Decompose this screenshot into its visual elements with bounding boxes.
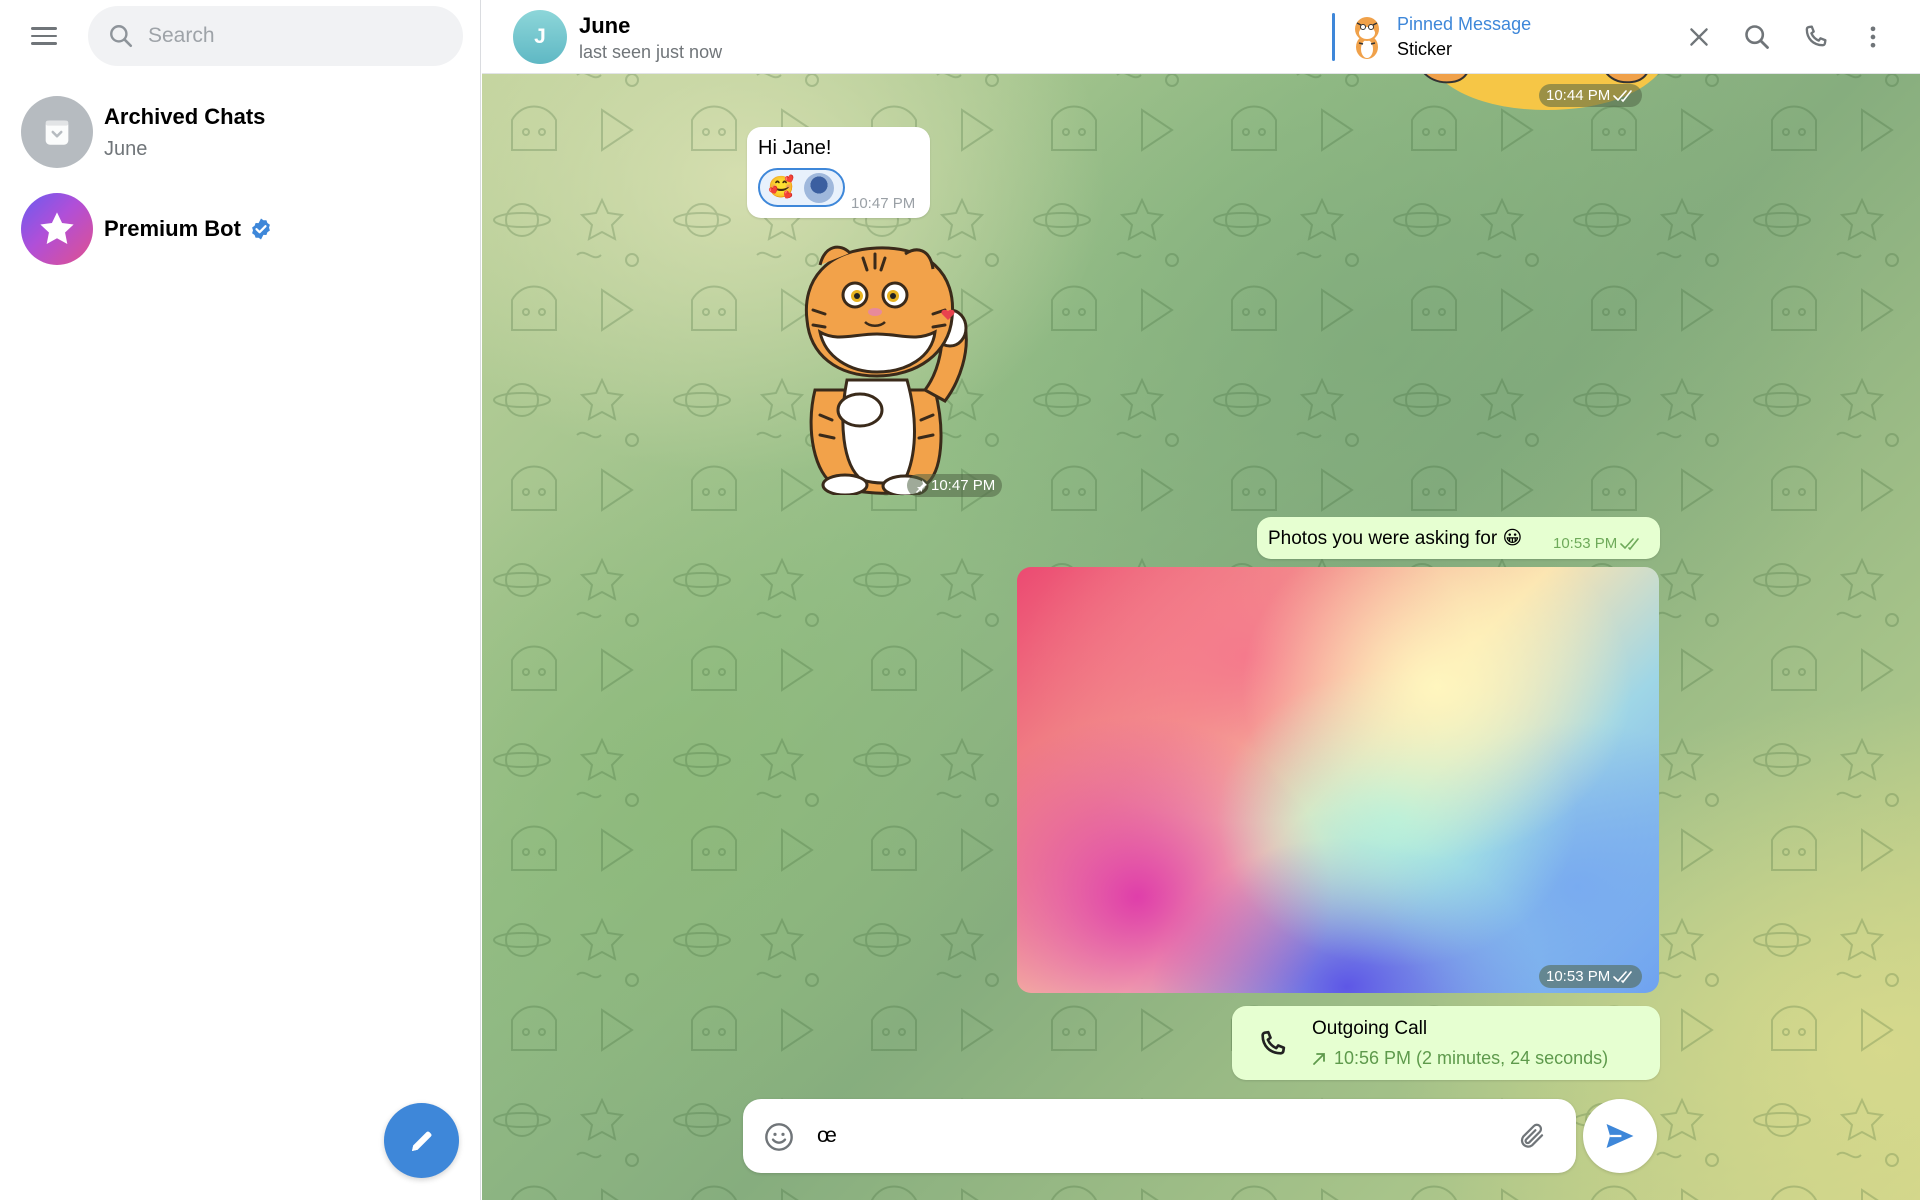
avatar-initial: J xyxy=(534,25,546,48)
chat-subtitle: June xyxy=(104,137,148,160)
reaction-emoji: 🥰 xyxy=(768,175,795,199)
message-composer xyxy=(743,1099,1576,1173)
outgoing-arrow-icon xyxy=(1313,1052,1325,1065)
verified-badge-icon xyxy=(252,218,270,240)
chat-item-archived[interactable]: Archived Chats June xyxy=(8,86,473,178)
chat-item-premium-bot[interactable]: Premium Bot xyxy=(8,183,473,275)
peer-status: last seen just now xyxy=(579,42,723,62)
chat-area: J June last seen just now Pinned Message… xyxy=(482,0,1920,1200)
premium-bot-avatar xyxy=(21,193,93,265)
send-button[interactable] xyxy=(1583,1099,1657,1173)
search-box[interactable] xyxy=(88,6,463,66)
message-text: Photos you were asking for 😀 xyxy=(1268,528,1523,549)
double-check-icon xyxy=(1613,970,1633,983)
archived-avatar xyxy=(21,96,93,168)
sidebar: Archived Chats June Premium Bot xyxy=(0,0,481,1200)
hamburger-menu-icon[interactable] xyxy=(24,18,64,54)
message-time: 10:47 PM xyxy=(851,195,916,212)
message-meta: 10:53 PM xyxy=(1553,535,1642,552)
compose-button[interactable] xyxy=(384,1103,459,1178)
message-bubble-outgoing[interactable]: Photos you were asking for 😀 10:53 PM xyxy=(1257,517,1660,559)
photo-time-pill: 10:53 PM xyxy=(1539,965,1643,988)
message-input[interactable] xyxy=(817,1121,1457,1151)
call-detail-row: 10:56 PM (2 minutes, 24 seconds) xyxy=(1312,1048,1608,1069)
double-check-icon xyxy=(1613,89,1633,102)
call-detail: 10:56 PM (2 minutes, 24 seconds) xyxy=(1334,1048,1609,1068)
close-icon xyxy=(1690,28,1708,46)
tiger-sticker[interactable] xyxy=(785,240,970,495)
close-pinned-button[interactable] xyxy=(1680,18,1718,56)
pinned-message[interactable]: Pinned Message Sticker xyxy=(1332,12,1572,62)
pencil-icon xyxy=(411,1131,431,1151)
photo-message[interactable]: 10:53 PM xyxy=(1017,567,1659,993)
phone-icon xyxy=(1805,25,1827,47)
chat-title-row: Premium Bot xyxy=(104,216,273,242)
star-icon xyxy=(40,212,74,245)
search-chat-button[interactable] xyxy=(1738,18,1776,56)
archive-icon xyxy=(45,120,69,145)
more-options-button[interactable] xyxy=(1854,18,1892,56)
message-time: 10:53 PM xyxy=(1546,968,1611,985)
message-time: 10:53 PM xyxy=(1553,535,1618,552)
double-check-icon xyxy=(1620,537,1640,550)
chat-header: J June last seen just now Pinned Message… xyxy=(482,0,1920,74)
peer-name[interactable]: June xyxy=(579,13,630,39)
pinned-subtitle: Sticker xyxy=(1397,39,1453,59)
call-button[interactable] xyxy=(1796,18,1834,56)
send-icon xyxy=(1606,1123,1634,1149)
search-icon xyxy=(110,25,133,48)
search-icon xyxy=(1745,25,1769,49)
call-title: Outgoing Call xyxy=(1312,1018,1428,1039)
pin-icon xyxy=(916,479,927,493)
sticker-time-pill: 10:47 PM xyxy=(907,474,1003,497)
search-input[interactable] xyxy=(148,24,438,48)
call-message-bubble[interactable]: Outgoing Call 10:56 PM (2 minutes, 24 se… xyxy=(1232,1006,1660,1080)
tiger-sticker-thumbnail-icon xyxy=(1355,17,1379,59)
peer-avatar[interactable]: J xyxy=(513,10,567,64)
reactor-avatar xyxy=(804,172,835,203)
message-bubble-incoming[interactable]: Hi Jane! 🥰 10:47 PM xyxy=(747,127,930,218)
pinned-title: Pinned Message xyxy=(1397,14,1532,34)
sticker-time-pill: 10:44 PM xyxy=(1539,84,1643,107)
message-time: 10:47 PM xyxy=(931,477,996,494)
chat-title: Archived Chats xyxy=(104,103,266,129)
more-vertical-icon xyxy=(1870,26,1876,48)
message-time: 10:44 PM xyxy=(1546,87,1611,104)
pinned-accent-bar xyxy=(1332,13,1335,61)
phone-icon[interactable] xyxy=(1256,1028,1288,1060)
paperclip-icon[interactable] xyxy=(1517,1121,1547,1151)
reaction-chip[interactable]: 🥰 xyxy=(758,168,845,207)
chat-title: Premium Bot xyxy=(104,216,241,241)
emoji-icon[interactable] xyxy=(763,1121,795,1153)
message-text: Hi Jane! xyxy=(758,137,832,159)
